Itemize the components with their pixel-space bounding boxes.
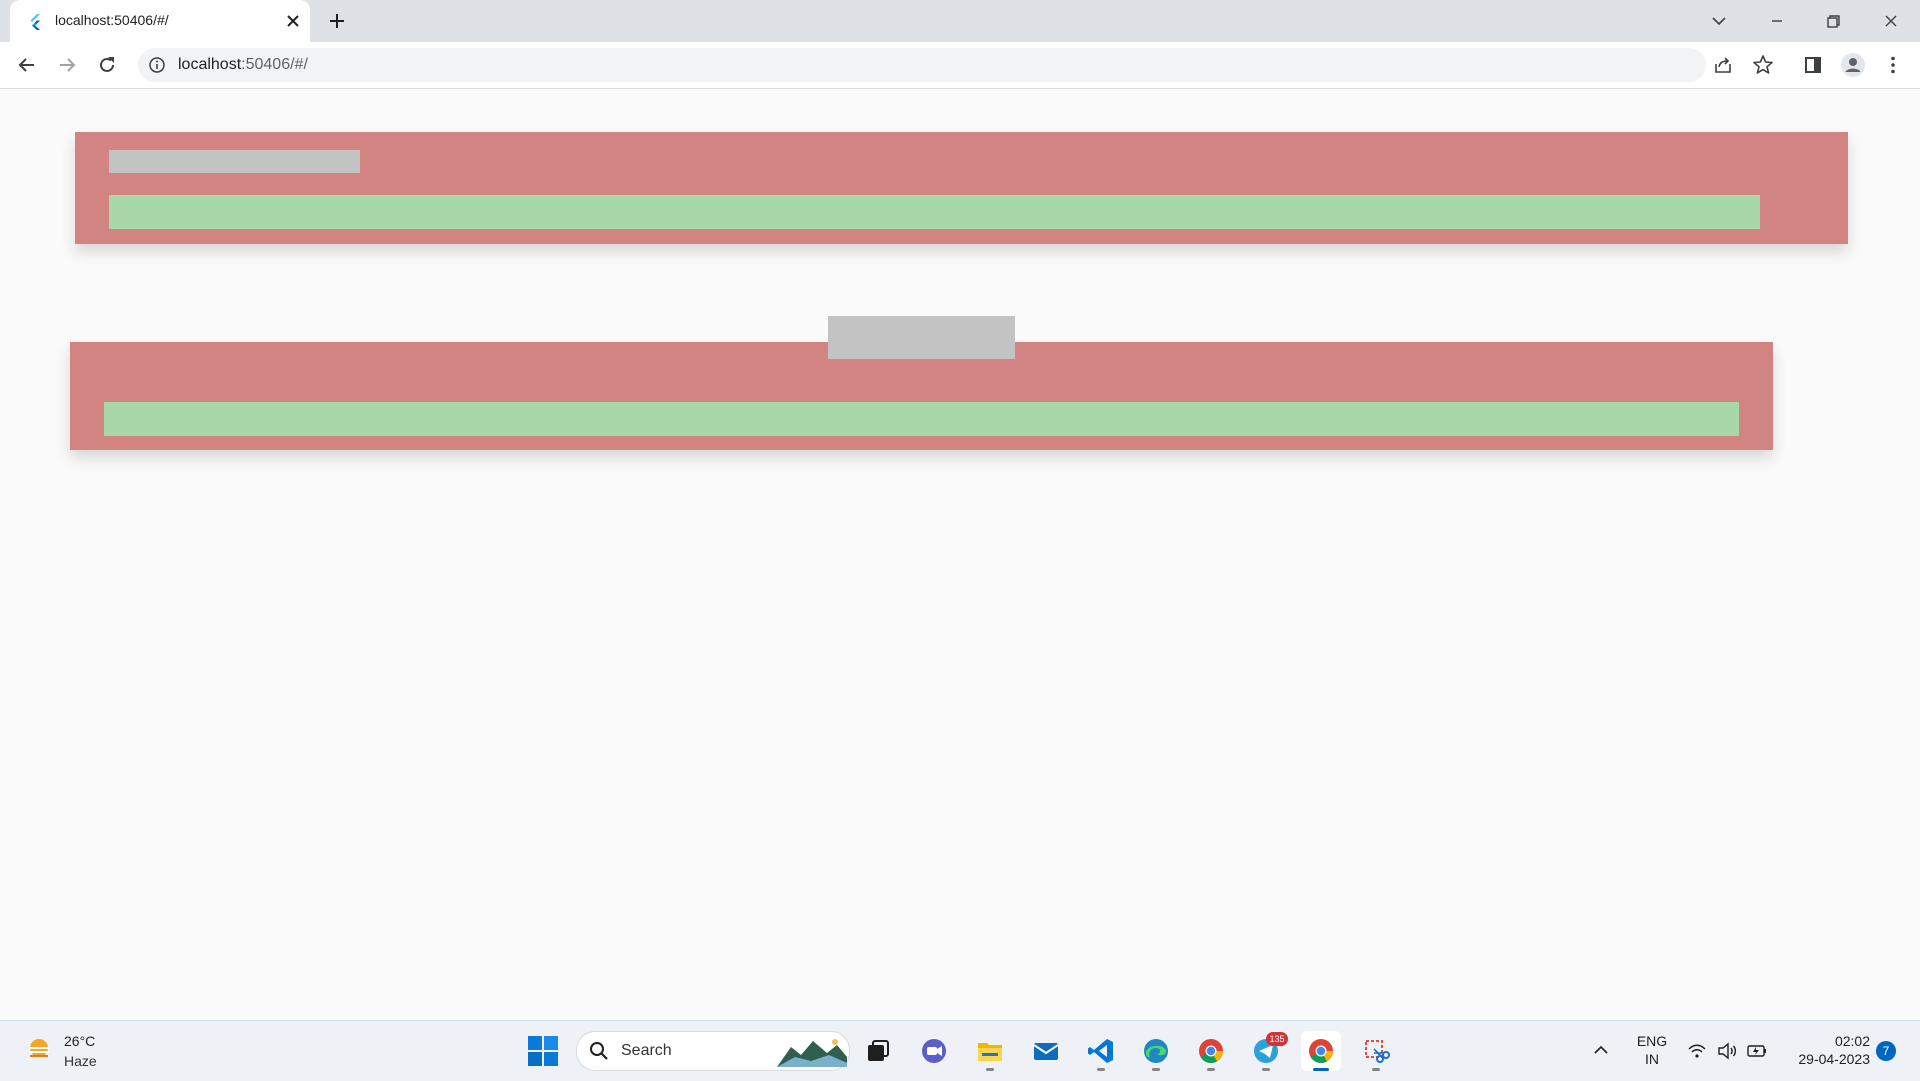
forward-icon[interactable] <box>54 52 80 78</box>
telegram-icon[interactable]: 135 <box>1246 1031 1288 1071</box>
address-path: :50406/#/ <box>241 56 308 73</box>
mail-icon[interactable] <box>1026 1031 1066 1071</box>
snipping-tool-icon[interactable] <box>1356 1031 1396 1071</box>
star-icon[interactable] <box>1750 52 1776 78</box>
vscode-icon[interactable] <box>1081 1031 1121 1071</box>
browser-toolbar: localhost:50406/#/ <box>0 42 1920 89</box>
clock-date: 29-04-2023 <box>1798 1051 1870 1067</box>
profile-icon[interactable] <box>1840 52 1866 78</box>
content-bar <box>104 402 1739 436</box>
chevron-up-icon[interactable] <box>1590 1039 1612 1061</box>
clock-time: 02:02 <box>1834 1033 1870 1049</box>
content-bar <box>109 195 1760 229</box>
reload-icon[interactable] <box>94 52 120 78</box>
running-indicator <box>1207 1068 1215 1071</box>
edge-browser-icon[interactable] <box>1136 1031 1176 1071</box>
chrome-icon[interactable] <box>1191 1031 1231 1071</box>
running-indicator <box>1152 1068 1160 1071</box>
more-icon[interactable] <box>1880 52 1906 78</box>
minimize-icon[interactable] <box>1764 8 1790 34</box>
language-code: ENG <box>1636 1033 1668 1049</box>
share-icon[interactable] <box>1710 52 1736 78</box>
running-indicator <box>1372 1068 1380 1071</box>
windows-start-icon[interactable] <box>526 1034 560 1068</box>
active-indicator <box>1313 1068 1329 1071</box>
address-host: localhost <box>178 56 242 73</box>
running-indicator <box>986 1068 994 1071</box>
address-url: localhost:50406/#/ <box>178 56 308 74</box>
running-indicator <box>1097 1068 1105 1071</box>
search-highlight-illustration-icon <box>777 1035 847 1067</box>
tab-title: localhost:50406/#/ <box>55 12 169 28</box>
notification-center-badge[interactable]: 7 <box>1876 1041 1896 1061</box>
info-icon[interactable] <box>148 56 166 74</box>
page-viewport <box>0 89 1920 1020</box>
browser-tab[interactable]: localhost:50406/#/ <box>10 0 310 42</box>
running-indicator <box>1262 1068 1270 1071</box>
taskbar-search[interactable]: Search <box>576 1031 850 1071</box>
search-icon <box>589 1041 609 1061</box>
battery-icon[interactable] <box>1746 1040 1768 1062</box>
restore-icon[interactable] <box>1820 8 1846 34</box>
window-close-icon[interactable] <box>1878 8 1904 34</box>
weather-description[interactable]: Haze <box>64 1053 97 1069</box>
notification-badge: 135 <box>1266 1032 1288 1046</box>
browser-tabstrip: localhost:50406/#/ <box>0 0 1920 42</box>
region-code: IN <box>1645 1051 1659 1067</box>
weather-temperature[interactable]: 26°C <box>64 1033 95 1049</box>
clock[interactable]: 02:02 29-04-2023 <box>1780 1032 1870 1068</box>
side-panel-icon[interactable] <box>1800 52 1826 78</box>
file-explorer-icon[interactable] <box>970 1031 1010 1071</box>
teams-chat-icon[interactable] <box>914 1031 954 1071</box>
chrome-active-icon[interactable] <box>1301 1031 1341 1071</box>
language-indicator[interactable]: ENG IN <box>1632 1032 1672 1068</box>
search-label: Search <box>621 1042 672 1059</box>
volume-icon[interactable] <box>1716 1040 1738 1062</box>
chevron-down-icon[interactable] <box>1706 8 1732 34</box>
wifi-icon[interactable] <box>1686 1040 1708 1062</box>
close-icon[interactable] <box>284 12 302 30</box>
card-top <box>75 132 1848 244</box>
haze-weather-icon[interactable] <box>24 1035 54 1065</box>
task-view-icon[interactable] <box>858 1031 898 1071</box>
plus-icon[interactable] <box>326 10 348 32</box>
windows-taskbar: 26°C Haze Search 135 ENG IN 02:02 29-04-… <box>0 1020 1920 1081</box>
title-placeholder <box>109 150 360 173</box>
back-icon[interactable] <box>14 52 40 78</box>
address-bar[interactable]: localhost:50406/#/ <box>138 48 1706 82</box>
flutter-favicon-icon <box>26 12 44 30</box>
floating-label-placeholder <box>828 316 1015 359</box>
